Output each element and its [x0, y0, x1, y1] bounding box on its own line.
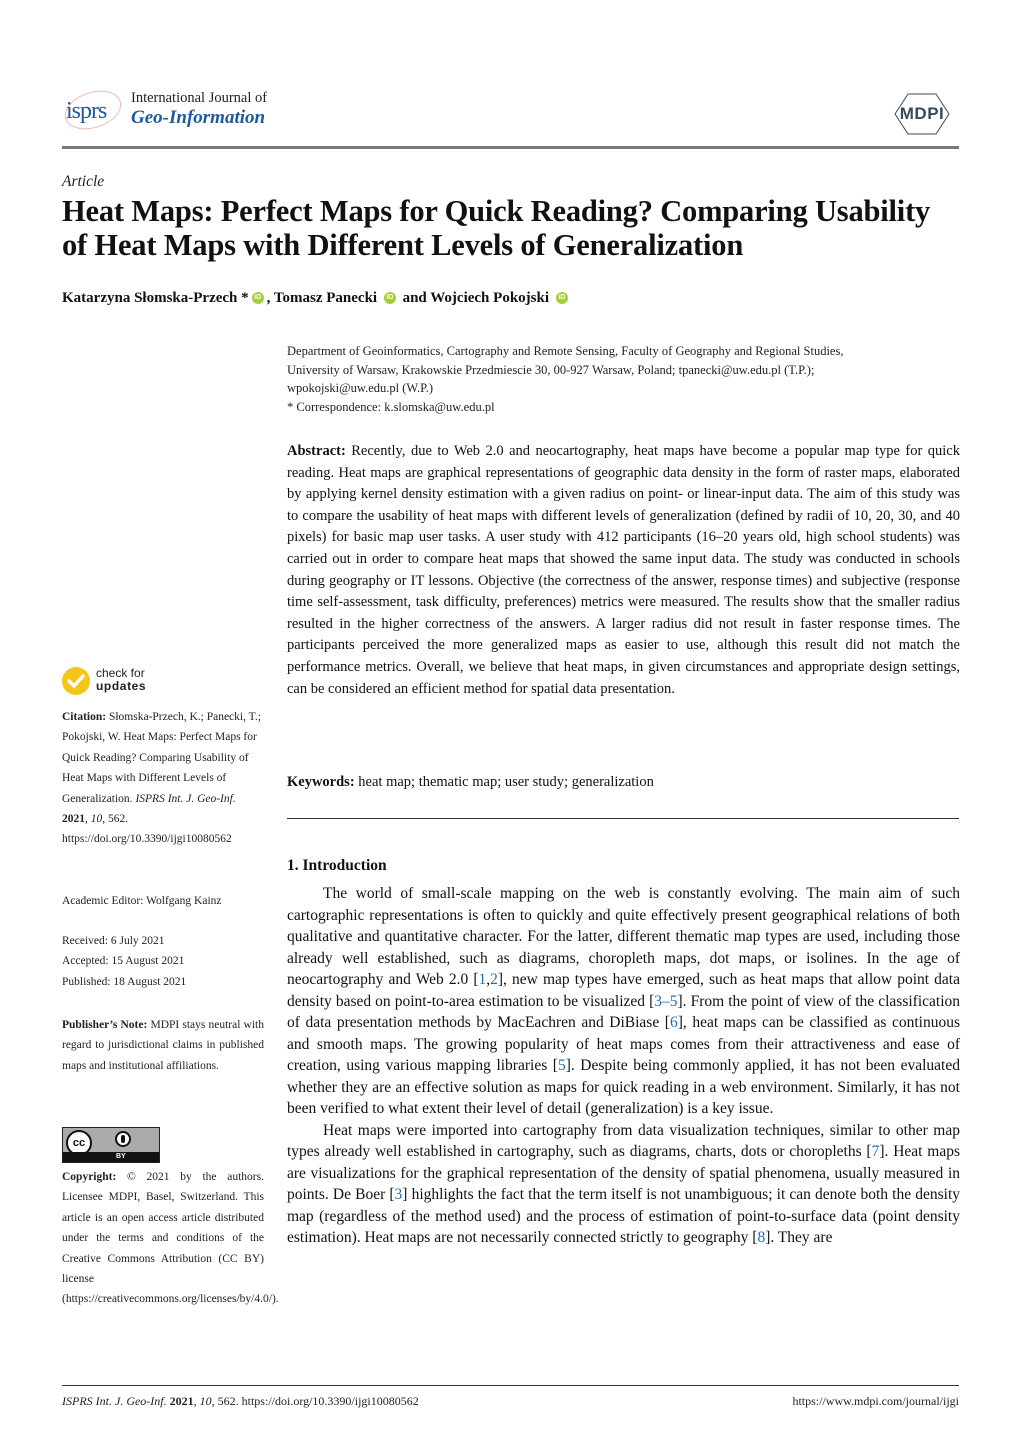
reference-link[interactable]: 3–5	[654, 993, 677, 1010]
reference-link[interactable]: 5	[558, 1057, 566, 1074]
citation-journal: ISPRS Int. J. Geo-Inf.	[135, 792, 236, 805]
author-name: Katarzyna Słomska-Przech	[62, 290, 238, 306]
correspondence: * Correspondence: k.slomska@uw.edu.pl	[287, 399, 495, 414]
reference-link[interactable]: 6	[670, 1014, 678, 1031]
keywords-label: Keywords:	[287, 774, 355, 790]
copyright-text: © 2021 by the authors. Licensee MDPI, Ba…	[62, 1171, 279, 1306]
accepted-date: Accepted: 15 August 2021	[62, 955, 185, 968]
abstract-divider	[287, 818, 959, 819]
copyright: Copyright: © 2021 by the authors. Licens…	[62, 1167, 279, 1310]
copyright-label: Copyright:	[62, 1171, 117, 1183]
journal-name-line1: International Journal of	[131, 90, 268, 106]
affiliation-line: University of Warsaw, Krakowskie Przedmi…	[287, 362, 815, 377]
citation-text: Słomska-Przech, K.; Panecki, T.; Pokojsk…	[62, 711, 261, 805]
published-date: Published: 18 August 2021	[62, 975, 187, 988]
reference-link[interactable]: 2	[490, 971, 498, 988]
check-updates-line2: updates	[96, 679, 147, 693]
paragraph: The world of small-scale mapping on the …	[287, 885, 960, 1117]
orcid-icon[interactable]: iD	[555, 292, 568, 304]
footer-citation: ISPRS Int. J. Geo-Inf. 2021, 10, 562. ht…	[62, 1394, 419, 1408]
isprs-logo-text: isprs	[66, 98, 107, 124]
citation-year: 2021	[62, 813, 85, 826]
publication-dates: Received: 6 July 2021 Accepted: 15 Augus…	[62, 931, 264, 992]
journal-name[interactable]: International Journal of Geo-Information	[131, 90, 267, 129]
checkmark-circle-icon	[62, 667, 90, 695]
keywords: Keywords: heat map; thematic map; user s…	[287, 772, 960, 794]
academic-editor: Academic Editor: Wolfgang Kainz	[62, 895, 222, 907]
journal-name-line2: Geo-Information	[131, 107, 266, 128]
reference-link[interactable]: 1	[479, 971, 487, 988]
footer-year: 2021	[169, 1394, 194, 1408]
attribution-person-icon	[115, 1131, 131, 1147]
author-separator: and	[398, 290, 431, 306]
by-label: BY	[116, 1153, 126, 1160]
footer-journal-url[interactable]: https://www.mdpi.com/journal/ijgi	[792, 1394, 959, 1409]
license-bar	[63, 1152, 159, 1162]
affiliation: Department of Geoinformatics, Cartograph…	[287, 342, 960, 416]
orcid-icon[interactable]: iD	[383, 292, 396, 304]
check-for-updates-badge[interactable]: check for updates	[62, 665, 172, 699]
footer-doi[interactable]: , 562. https://doi.org/10.3390/ijgi10080…	[212, 1394, 419, 1408]
citation: Citation: Słomska-Przech, K.; Panecki, T…	[62, 711, 261, 846]
footer-journal: ISPRS Int. J. Geo-Inf.	[62, 1394, 167, 1408]
author-name: Tomasz Panecki	[273, 290, 378, 306]
keywords-text: heat map; thematic map; user study; gene…	[358, 774, 654, 790]
mdpi-logo-text: MDPI	[899, 104, 945, 123]
citation-volume: 10	[90, 813, 103, 826]
article-type: Article	[62, 173, 105, 190]
corresponding-mark: *	[241, 290, 249, 306]
author-name: Wojciech Pokojski	[430, 290, 549, 306]
introduction-body: The world of small-scale mapping on the …	[287, 883, 960, 1249]
abstract-text: Recently, due to Web 2.0 and neocartogra…	[287, 443, 960, 697]
affiliation-line: Department of Geoinformatics, Cartograph…	[287, 344, 844, 358]
footer-volume: 10	[199, 1394, 212, 1408]
orcid-icon[interactable]: iD	[251, 292, 264, 304]
affiliation-line: wpokojski@uw.edu.pl (W.P.)	[287, 381, 434, 395]
abstract-label: Abstract:	[287, 443, 346, 459]
cc-by-license-badge[interactable]: cc BY	[62, 1127, 160, 1163]
footer-divider	[62, 1385, 959, 1386]
publishers-note: Publisher’s Note: MDPI stays neutral wit…	[62, 1015, 264, 1076]
reference-link[interactable]: 7	[872, 1143, 880, 1160]
paragraph: Heat maps were imported into cartography…	[287, 1121, 961, 1247]
author-separator: ,	[266, 290, 274, 306]
reference-link[interactable]: 8	[757, 1229, 765, 1246]
citation-label: Citation:	[62, 711, 107, 723]
section-heading: 1. Introduction	[287, 857, 387, 874]
citation-doi[interactable]: , 562. https://doi.org/10.3390/ijgi10080…	[62, 813, 232, 845]
author-list: Katarzyna Słomska-Przech * iD, Tomasz Pan…	[62, 290, 571, 307]
received-date: Received: 6 July 2021	[62, 935, 165, 947]
paper-title: Heat Maps: Perfect Maps for Quick Readin…	[62, 194, 931, 262]
publishers-note-label: Publisher’s Note:	[62, 1019, 148, 1031]
mdpi-logo[interactable]: MDPI	[886, 92, 958, 136]
header-divider	[62, 146, 959, 149]
reference-link[interactable]: 3	[395, 1186, 403, 1203]
abstract: Abstract: Recently, due to Web 2.0 and n…	[287, 441, 960, 700]
isprs-logo[interactable]: isprs	[59, 83, 130, 137]
